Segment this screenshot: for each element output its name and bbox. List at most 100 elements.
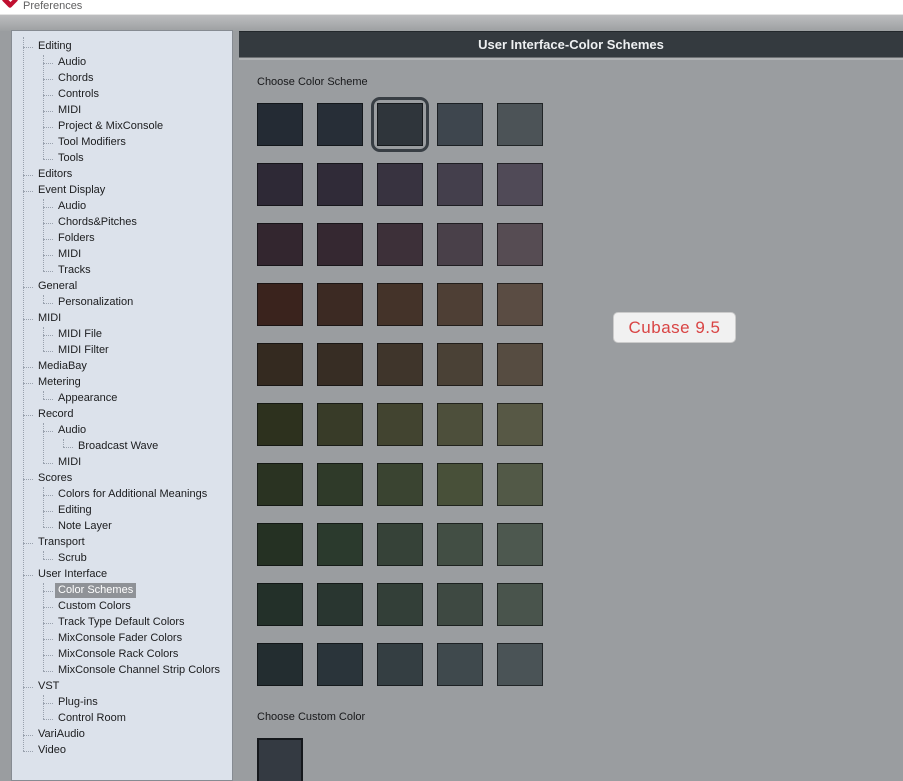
sidebar-item-video[interactable]: Video: [23, 743, 69, 759]
sidebar-item-chords-pitches[interactable]: Chords&Pitches: [43, 215, 140, 231]
custom-color-swatch[interactable]: [257, 738, 303, 781]
color-scheme-swatch-r8c2[interactable]: [317, 523, 363, 566]
color-scheme-swatch-r8c3[interactable]: [377, 523, 423, 566]
color-scheme-swatch-r1c5[interactable]: [497, 103, 543, 146]
color-scheme-swatch-r10c2[interactable]: [317, 643, 363, 686]
sidebar-item-folders[interactable]: Folders: [43, 231, 98, 247]
color-scheme-swatch-r9c3[interactable]: [377, 583, 423, 626]
sidebar-item-control-room[interactable]: Control Room: [43, 711, 129, 727]
sidebar-item-midi[interactable]: MIDI: [23, 311, 64, 327]
color-scheme-swatch-r5c2[interactable]: [317, 343, 363, 386]
color-scheme-swatch-r9c1[interactable]: [257, 583, 303, 626]
color-scheme-swatch-r1c1[interactable]: [257, 103, 303, 146]
color-scheme-swatch-r6c4[interactable]: [437, 403, 483, 446]
color-scheme-swatch-r2c5[interactable]: [497, 163, 543, 206]
color-scheme-swatch-r5c5[interactable]: [497, 343, 543, 386]
sidebar-item-color-schemes[interactable]: Color Schemes: [43, 583, 137, 599]
color-scheme-swatch-r1c2[interactable]: [317, 103, 363, 146]
color-scheme-swatch-r2c3[interactable]: [377, 163, 423, 206]
color-scheme-swatch-r4c5[interactable]: [497, 283, 543, 326]
sidebar-item-transport[interactable]: Transport: [23, 535, 88, 551]
color-scheme-swatch-r9c5[interactable]: [497, 583, 543, 626]
sidebar-item-label: Tracks: [58, 264, 91, 276]
sidebar-item-variaudio[interactable]: VariAudio: [23, 727, 88, 743]
sidebar-item-mediabay[interactable]: MediaBay: [23, 359, 90, 375]
color-scheme-swatch-r1c4[interactable]: [437, 103, 483, 146]
sidebar-item-metering[interactable]: Metering: [23, 375, 84, 391]
sidebar-item-track-type-default-colors[interactable]: Track Type Default Colors: [43, 615, 188, 631]
color-scheme-swatch-r3c1[interactable]: [257, 223, 303, 266]
color-scheme-swatch-r10c3[interactable]: [377, 643, 423, 686]
color-scheme-swatch-r6c5[interactable]: [497, 403, 543, 446]
color-scheme-swatch-r4c1[interactable]: [257, 283, 303, 326]
sidebar-item-controls[interactable]: Controls: [43, 87, 102, 103]
sidebar-item-user-interface[interactable]: User Interface: [23, 567, 110, 583]
color-scheme-swatch-r2c1[interactable]: [257, 163, 303, 206]
color-scheme-swatch-r5c4[interactable]: [437, 343, 483, 386]
sidebar-item-mixconsole-channel-strip-colors[interactable]: MixConsole Channel Strip Colors: [43, 663, 223, 679]
color-scheme-swatch-r4c4[interactable]: [437, 283, 483, 326]
color-scheme-swatch-r7c2[interactable]: [317, 463, 363, 506]
sidebar-item-plug-ins[interactable]: Plug-ins: [43, 695, 101, 711]
color-scheme-swatch-r3c3[interactable]: [377, 223, 423, 266]
color-scheme-swatch-r3c2[interactable]: [317, 223, 363, 266]
sidebar-item-colors-for-additional-meanings[interactable]: Colors for Additional Meanings: [43, 487, 210, 503]
sidebar-item-tools[interactable]: Tools: [43, 151, 87, 167]
sidebar-item-editing[interactable]: Editing: [23, 39, 75, 55]
color-scheme-swatch-r7c3[interactable]: [377, 463, 423, 506]
color-scheme-swatch-r3c5[interactable]: [497, 223, 543, 266]
color-scheme-swatch-r6c1[interactable]: [257, 403, 303, 446]
color-scheme-swatch-r3c4[interactable]: [437, 223, 483, 266]
sidebar-item-editing[interactable]: Editing: [43, 503, 95, 519]
preferences-sidebar: Editing Audio Chords Controls MIDI Project & …: [11, 30, 233, 781]
sidebar-item-chords[interactable]: Chords: [43, 71, 96, 87]
color-scheme-swatch-r2c4[interactable]: [437, 163, 483, 206]
sidebar-item-midi[interactable]: MIDI: [43, 247, 84, 263]
color-scheme-swatch-r6c2[interactable]: [317, 403, 363, 446]
color-scheme-swatch-r5c3[interactable]: [377, 343, 423, 386]
color-scheme-swatch-r6c3[interactable]: [377, 403, 423, 446]
color-scheme-swatch-r9c4[interactable]: [437, 583, 483, 626]
sidebar-item-label: Personalization: [58, 296, 134, 308]
sidebar-item-tool-modifiers[interactable]: Tool Modifiers: [43, 135, 129, 151]
sidebar-item-event-display[interactable]: Event Display: [23, 183, 108, 199]
sidebar-item-scrub[interactable]: Scrub: [43, 551, 90, 567]
sidebar-item-midi[interactable]: MIDI: [43, 103, 84, 119]
sidebar-item-audio[interactable]: Audio: [43, 199, 89, 215]
sidebar-item-record[interactable]: Record: [23, 407, 76, 423]
color-scheme-swatch-r9c2[interactable]: [317, 583, 363, 626]
sidebar-item-vst[interactable]: VST: [23, 679, 62, 695]
color-scheme-swatch-r4c2[interactable]: [317, 283, 363, 326]
sidebar-item-tracks[interactable]: Tracks: [43, 263, 94, 279]
color-scheme-swatch-r5c1[interactable]: [257, 343, 303, 386]
sidebar-item-mixconsole-fader-colors[interactable]: MixConsole Fader Colors: [43, 631, 185, 647]
sidebar-item-custom-colors[interactable]: Custom Colors: [43, 599, 134, 615]
color-scheme-swatch-r4c3[interactable]: [377, 283, 423, 326]
sidebar-item-midi-filter[interactable]: MIDI Filter: [43, 343, 112, 359]
sidebar-item-note-layer[interactable]: Note Layer: [43, 519, 115, 535]
color-scheme-swatch-r10c4[interactable]: [437, 643, 483, 686]
sidebar-item-personalization[interactable]: Personalization: [43, 295, 136, 311]
sidebar-item-scores[interactable]: Scores: [23, 471, 75, 487]
sidebar-item-audio[interactable]: Audio: [43, 423, 89, 439]
color-scheme-swatch-r7c4[interactable]: [437, 463, 483, 506]
color-scheme-swatch-r8c1[interactable]: [257, 523, 303, 566]
color-scheme-swatch-r8c4[interactable]: [437, 523, 483, 566]
color-scheme-swatch-r8c5[interactable]: [497, 523, 543, 566]
sidebar-item-editors[interactable]: Editors: [23, 167, 75, 183]
sidebar-item-label: MIDI File: [58, 328, 102, 340]
sidebar-item-mixconsole-rack-colors[interactable]: MixConsole Rack Colors: [43, 647, 181, 663]
sidebar-item-broadcast-wave[interactable]: Broadcast Wave: [63, 439, 161, 455]
sidebar-item-label: Editing: [38, 40, 72, 52]
color-scheme-swatch-r7c1[interactable]: [257, 463, 303, 506]
color-scheme-swatch-r2c2[interactable]: [317, 163, 363, 206]
sidebar-item-audio[interactable]: Audio: [43, 55, 89, 71]
sidebar-item-appearance[interactable]: Appearance: [43, 391, 120, 407]
sidebar-item-midi[interactable]: MIDI: [43, 455, 84, 471]
color-scheme-swatch-r10c1[interactable]: [257, 643, 303, 686]
sidebar-item-general[interactable]: General: [23, 279, 80, 295]
color-scheme-swatch-r10c5[interactable]: [497, 643, 543, 686]
color-scheme-swatch-r7c5[interactable]: [497, 463, 543, 506]
sidebar-item-midi-file[interactable]: MIDI File: [43, 327, 105, 343]
sidebar-item-project-mixconsole[interactable]: Project & MixConsole: [43, 119, 166, 135]
